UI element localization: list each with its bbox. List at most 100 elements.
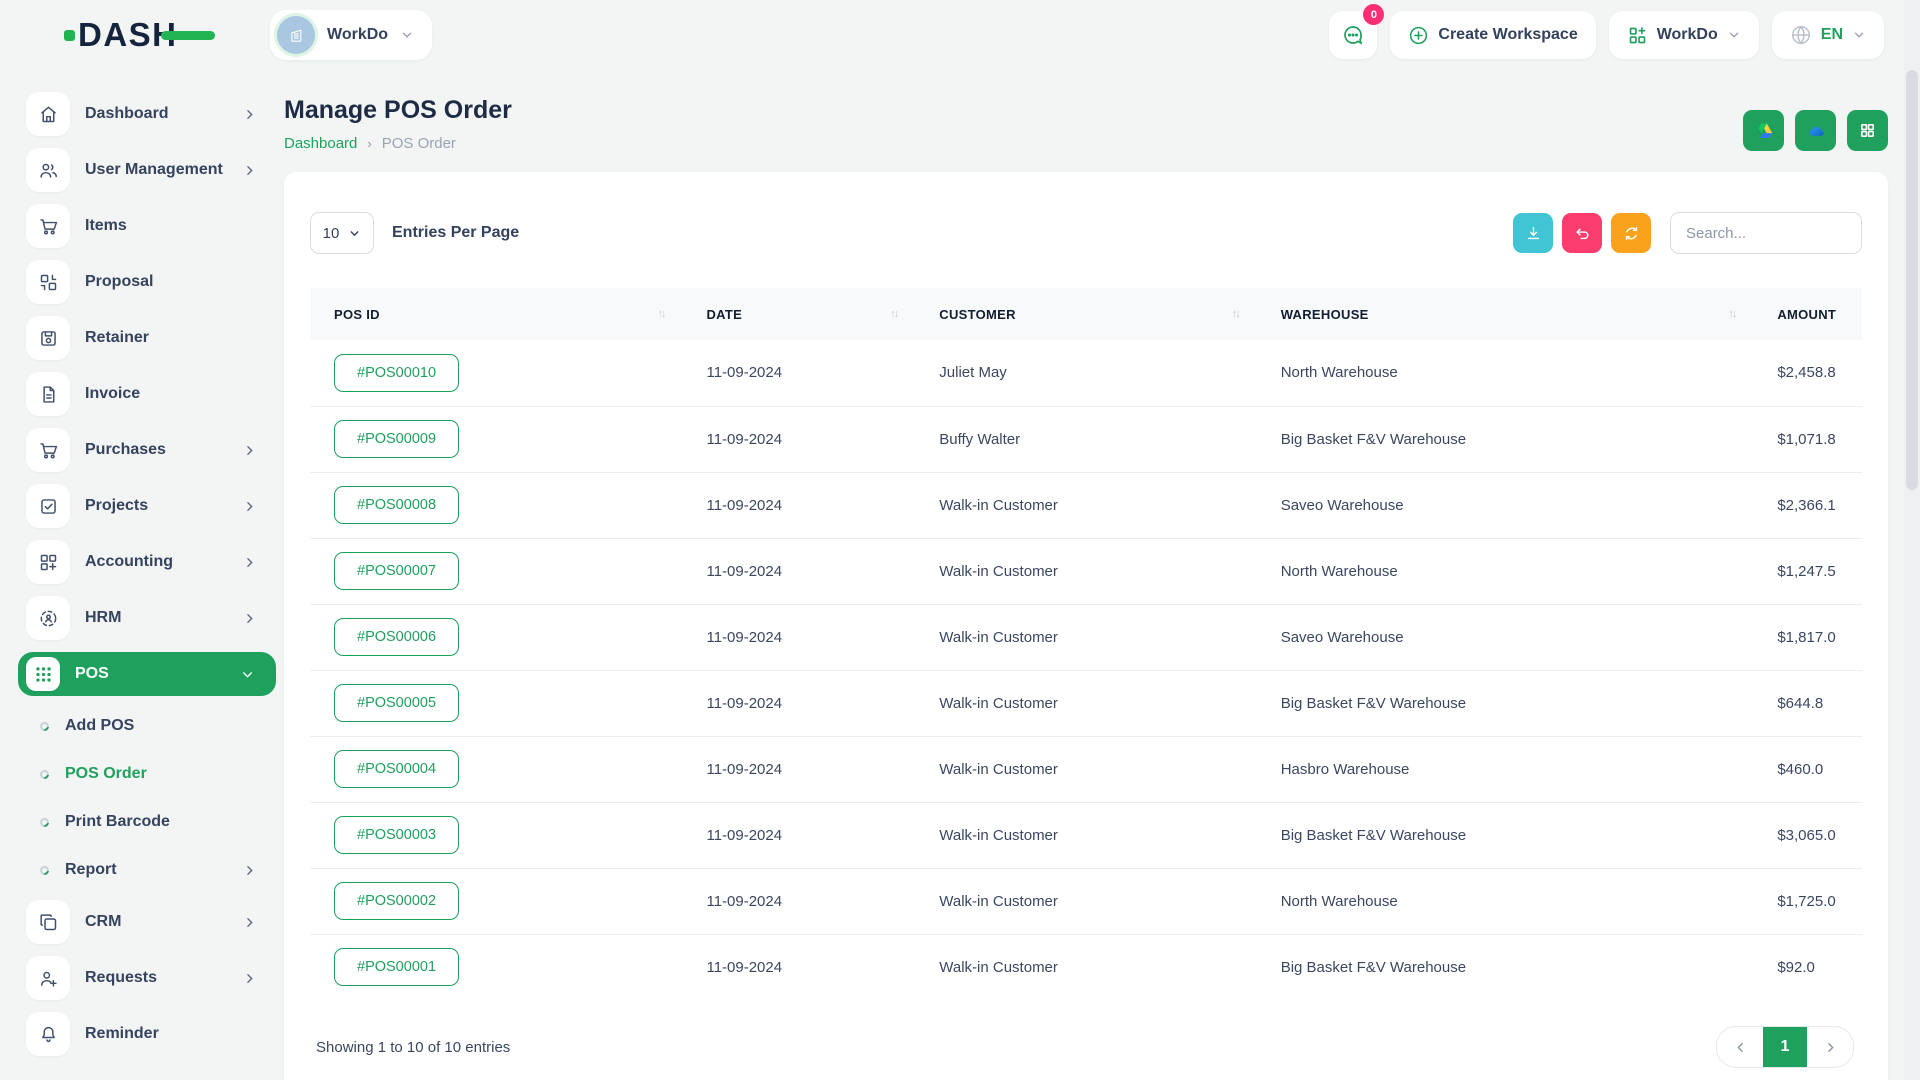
customer-name: Walk-in Customer: [915, 670, 1256, 736]
sidebar-item-crm[interactable]: CRM: [18, 894, 278, 950]
column-amount: AMOUNT: [1777, 307, 1836, 322]
brand-logo[interactable]: DASH: [64, 16, 215, 54]
sidebar-subitem-print-barcode[interactable]: Print Barcode: [18, 798, 278, 846]
sidebar-subitem-report[interactable]: Report: [18, 846, 278, 894]
chevron-right-icon: [243, 164, 256, 177]
onedrive-icon: [1805, 120, 1827, 142]
pos-id-button[interactable]: #POS00010: [334, 354, 459, 392]
sidebar-item-pos[interactable]: POS: [18, 652, 276, 696]
sidebar-item-requests[interactable]: Requests: [18, 950, 278, 1006]
reset-button[interactable]: [1562, 213, 1602, 253]
language-selector[interactable]: EN: [1772, 11, 1884, 59]
chevron-down-icon: [241, 668, 254, 681]
warehouse-name: Saveo Warehouse: [1257, 472, 1754, 538]
sidebar-item-retainer[interactable]: Retainer: [18, 310, 278, 366]
grid-view-button[interactable]: [1847, 110, 1888, 151]
sidebar-item-hrm[interactable]: HRM: [18, 590, 278, 646]
sidebar-item-user-management[interactable]: User Management: [18, 142, 278, 198]
table-row: #POS00008 11-09-2024 Walk-in Customer Sa…: [310, 472, 1862, 538]
sidebar-item-purchases[interactable]: Purchases: [18, 422, 278, 478]
account-name: WorkDo: [1657, 26, 1718, 44]
bell-icon: [26, 1012, 70, 1056]
plus-circle-icon: [1408, 25, 1429, 46]
breadcrumb-dashboard-link[interactable]: Dashboard: [284, 135, 357, 152]
order-date: 11-09-2024: [682, 736, 915, 802]
search-input[interactable]: [1670, 212, 1862, 254]
scrollbar-thumb[interactable]: [1906, 70, 1918, 490]
bullet-icon: [38, 816, 51, 829]
check-square-icon: [26, 484, 70, 528]
pos-id-button[interactable]: #POS00005: [334, 684, 459, 722]
pos-id-button[interactable]: #POS00008: [334, 486, 459, 524]
download-icon: [1525, 225, 1542, 242]
sort-icon[interactable]: ↑↓: [1232, 308, 1245, 320]
cart-icon: [26, 204, 70, 248]
warehouse-name: Saveo Warehouse: [1257, 604, 1754, 670]
chevron-down-icon: [1852, 28, 1866, 42]
onedrive-button[interactable]: [1795, 110, 1836, 151]
page-number-button[interactable]: 1: [1763, 1027, 1807, 1067]
workspace-selector[interactable]: WorkDo: [270, 10, 432, 60]
sort-icon[interactable]: ↑↓: [657, 308, 670, 320]
chevron-right-icon: [243, 864, 256, 877]
table-row: #POS00009 11-09-2024 Buffy Walter Big Ba…: [310, 406, 1862, 472]
sidebar-item-accounting[interactable]: Accounting: [18, 534, 278, 590]
entries-per-page-select[interactable]: 10: [310, 212, 374, 254]
customer-name: Walk-in Customer: [915, 604, 1256, 670]
table-row: #POS00010 11-09-2024 Juliet May North Wa…: [310, 340, 1862, 406]
chat-icon: [1341, 23, 1365, 47]
chevron-right-icon: [243, 556, 256, 569]
order-date: 11-09-2024: [682, 802, 915, 868]
pos-id-button[interactable]: #POS00009: [334, 420, 459, 458]
pos-id-button[interactable]: #POS00007: [334, 552, 459, 590]
order-amount: $1,817.0: [1753, 604, 1862, 670]
chevron-right-icon: [243, 500, 256, 513]
sidebar-item-dashboard[interactable]: Dashboard: [18, 86, 278, 142]
sidebar-item-items[interactable]: Items: [18, 198, 278, 254]
sort-icon[interactable]: ↑↓: [890, 308, 903, 320]
messages-button[interactable]: 0: [1329, 11, 1377, 59]
chevron-down-icon: [400, 28, 414, 42]
export-button[interactable]: [1513, 213, 1553, 253]
sort-icon[interactable]: ↑↓: [1728, 308, 1741, 320]
pos-id-button[interactable]: #POS00004: [334, 750, 459, 788]
order-amount: $460.0: [1753, 736, 1862, 802]
pos-id-button[interactable]: #POS00003: [334, 816, 459, 854]
building-icon: [285, 24, 307, 46]
order-date: 11-09-2024: [682, 604, 915, 670]
chevron-right-icon: [243, 972, 256, 985]
page-title: Manage POS Order: [284, 96, 512, 125]
order-date: 11-09-2024: [682, 340, 915, 406]
customer-name: Walk-in Customer: [915, 868, 1256, 934]
refresh-button[interactable]: [1611, 213, 1651, 253]
prev-page-button[interactable]: [1717, 1027, 1763, 1067]
order-date: 11-09-2024: [682, 406, 915, 472]
pos-id-button[interactable]: #POS00002: [334, 882, 459, 920]
order-date: 11-09-2024: [682, 868, 915, 934]
sidebar-item-projects[interactable]: Projects: [18, 478, 278, 534]
pagination: 1: [1716, 1026, 1854, 1068]
bullet-icon: [38, 864, 51, 877]
chevron-down-icon: [1727, 28, 1741, 42]
sidebar-subitem-add-pos[interactable]: Add POS: [18, 702, 278, 750]
account-menu[interactable]: WorkDo: [1609, 11, 1759, 59]
order-date: 11-09-2024: [682, 538, 915, 604]
user-plus-icon: [26, 956, 70, 1000]
column-date: DATE: [706, 307, 742, 322]
sidebar-item-proposal[interactable]: Proposal: [18, 254, 278, 310]
sidebar-item-invoice[interactable]: Invoice: [18, 366, 278, 422]
order-amount: $2,458.8: [1753, 340, 1862, 406]
save-icon: [26, 316, 70, 360]
google-drive-button[interactable]: [1743, 110, 1784, 151]
table-header-row: POS ID↑↓ DATE↑↓ CUSTOMER↑↓ WAREHOUSE↑↓ A…: [310, 288, 1862, 340]
column-pos-id: POS ID: [334, 307, 380, 322]
sidebar-item-reminder[interactable]: Reminder: [18, 1006, 278, 1062]
next-page-button[interactable]: [1807, 1027, 1853, 1067]
create-workspace-button[interactable]: Create Workspace: [1390, 11, 1595, 59]
chevron-down-icon: [348, 227, 361, 240]
showing-entries-text: Showing 1 to 10 of 10 entries: [316, 1039, 510, 1056]
pos-id-button[interactable]: #POS00001: [334, 948, 459, 986]
pos-id-button[interactable]: #POS00006: [334, 618, 459, 656]
sidebar-subitem-pos-order[interactable]: POS Order: [18, 750, 278, 798]
column-warehouse: WAREHOUSE: [1281, 307, 1369, 322]
